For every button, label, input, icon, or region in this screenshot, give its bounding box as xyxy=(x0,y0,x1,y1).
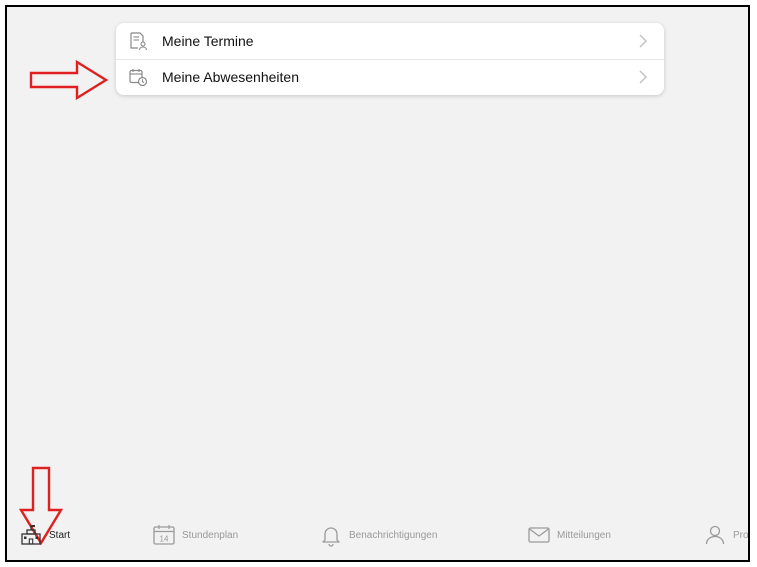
calendar-day-icon: 14 xyxy=(153,525,175,545)
chevron-right-icon xyxy=(639,34,648,48)
tab-bar: Start 14 Stundenplan Benachrichtigungen xyxy=(7,512,748,560)
tab-mitteilungen[interactable]: Mitteilungen xyxy=(527,520,611,550)
tab-benachrichtigungen[interactable]: Benachrichtigungen xyxy=(319,520,437,550)
document-person-icon xyxy=(130,32,148,51)
person-icon xyxy=(705,525,725,545)
tab-label: Benachrichtigungen xyxy=(349,529,438,541)
menu-item-meine-termine[interactable]: Meine Termine xyxy=(116,23,664,60)
bell-icon xyxy=(322,527,340,547)
menu-item-meine-abwesenheiten[interactable]: Meine Abwesenheiten xyxy=(116,59,664,95)
app-screen: Meine Termine Meine Abwesenheiten Start … xyxy=(5,5,750,562)
calendar-day-number: 14 xyxy=(160,535,169,544)
annotation-arrow-right-icon xyxy=(29,59,109,101)
tab-label: Mitteilungen xyxy=(557,529,611,541)
envelope-icon xyxy=(528,527,550,543)
school-building-icon xyxy=(21,525,41,545)
menu-item-label: Meine Termine xyxy=(162,33,254,49)
tab-start[interactable]: Start xyxy=(19,520,70,550)
calendar-clock-icon xyxy=(129,69,148,87)
tab-stundenplan[interactable]: 14 Stundenplan xyxy=(152,520,238,550)
tab-label: Profil xyxy=(733,529,749,541)
menu-item-label: Meine Abwesenheiten xyxy=(162,69,299,85)
tab-label: Stundenplan xyxy=(182,529,239,541)
chevron-right-icon xyxy=(639,70,648,84)
tab-label: Start xyxy=(49,529,71,541)
tab-profil[interactable]: Profil xyxy=(703,520,749,550)
menu-card: Meine Termine Meine Abwesenheiten xyxy=(116,23,664,95)
